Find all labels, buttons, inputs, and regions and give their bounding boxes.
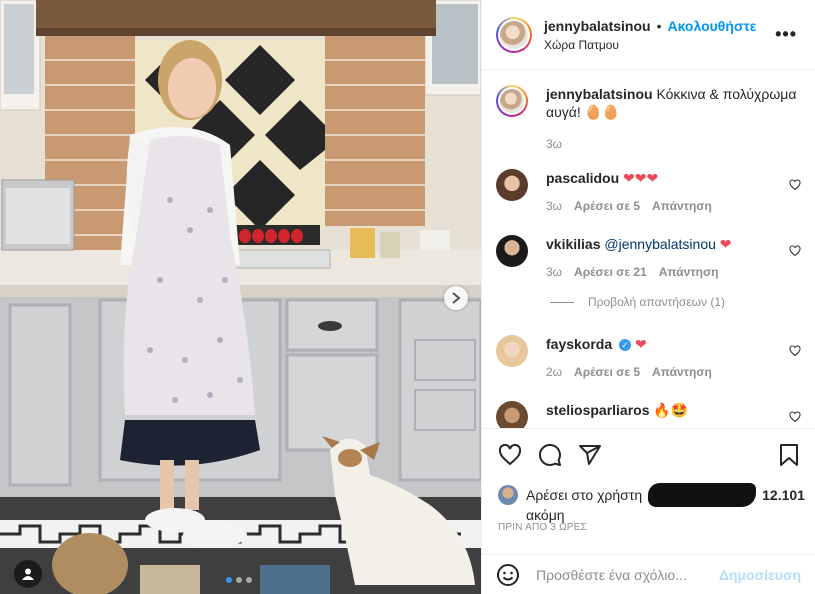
- likes-summary[interactable]: Αρέσει στο χρήστη 12.101 ακόμη: [498, 483, 805, 523]
- author-username[interactable]: jennybalatsinou: [544, 18, 651, 34]
- comment-username[interactable]: vkikilias: [546, 236, 601, 252]
- post-header: jennybalatsinou • Ακολουθήστε Χώρα Πατμο…: [482, 0, 815, 70]
- comment-item: fayskorda ✓ ❤ 2ω Αρέσει σε 5 Απάντηση: [496, 335, 801, 381]
- heart-icon[interactable]: [789, 245, 801, 257]
- post-comment-button[interactable]: Δημοσίευση: [719, 567, 801, 583]
- caption-time[interactable]: 3ω: [546, 135, 562, 153]
- heart-icon[interactable]: [789, 411, 801, 423]
- save-bookmark-icon[interactable]: [778, 443, 800, 467]
- post-details-panel: jennybalatsinou • Ακολουθήστε Χώρα Πατμο…: [481, 0, 815, 594]
- divider-line: [550, 301, 574, 303]
- comment-time[interactable]: 3ω: [546, 197, 562, 215]
- author-avatar[interactable]: [496, 16, 532, 53]
- comment-time[interactable]: 2ω: [546, 363, 562, 381]
- chevron-right-icon: [452, 292, 461, 304]
- verified-badge-icon: ✓: [619, 339, 632, 352]
- comment-item: vkikilias @jennybalatsinou ❤ 3ω Αρέσει σ…: [496, 235, 801, 281]
- likes-suffix: ακόμη: [526, 507, 565, 523]
- liker-avatar[interactable]: [498, 485, 518, 505]
- kitchen-photo-illustration: [0, 0, 481, 594]
- comment-text: 🔥🤩: [653, 402, 689, 418]
- caption-username[interactable]: jennybalatsinou: [546, 86, 653, 102]
- comment-username[interactable]: fayskorda: [546, 336, 612, 352]
- comment-item: steliosparliaros 🔥🤩: [496, 401, 801, 428]
- comment-text: ❤❤❤: [623, 170, 659, 186]
- emoji-icon[interactable]: [496, 563, 520, 587]
- reply-button[interactable]: Απάντηση: [652, 197, 712, 215]
- comment-item: pascalidou ❤❤❤ 3ω Αρέσει σε 5 Απάντηση: [496, 169, 801, 215]
- user-icon: [22, 568, 34, 580]
- caption: jennybalatsinou Κόκκινα & πολύχρωμα αυγά…: [496, 85, 801, 153]
- separator-dot: •: [656, 17, 662, 34]
- comment-text: ❤: [634, 336, 647, 352]
- follow-button[interactable]: Ακολουθήστε: [667, 18, 756, 34]
- comment-icon[interactable]: [538, 443, 562, 467]
- comment-mention[interactable]: @jennybalatsinou: [604, 236, 716, 252]
- view-replies-button[interactable]: Προβολή απαντήσεων (1): [550, 295, 725, 309]
- comment-username[interactable]: steliosparliaros: [546, 402, 650, 418]
- carousel-indicator: [226, 577, 252, 583]
- comment-likes[interactable]: Αρέσει σε 5: [574, 197, 640, 215]
- view-replies-label: Προβολή απαντήσεων (1): [588, 295, 726, 309]
- commenter-avatar[interactable]: [496, 169, 528, 201]
- comment-username[interactable]: pascalidou: [546, 170, 619, 186]
- comment-text: ❤: [719, 236, 732, 252]
- action-bar: [482, 428, 815, 480]
- commenter-avatar[interactable]: [496, 401, 528, 428]
- comments-list: jennybalatsinou Κόκκινα & πολύχρωμα αυγά…: [482, 71, 815, 428]
- carousel-dot: [246, 577, 252, 583]
- heart-icon[interactable]: [789, 345, 801, 357]
- comment-likes[interactable]: Αρέσει σε 5: [574, 363, 640, 381]
- like-heart-icon[interactable]: [498, 443, 522, 467]
- commenter-avatar[interactable]: [496, 335, 528, 367]
- heart-icon[interactable]: [789, 179, 801, 191]
- carousel-dot: [226, 577, 232, 583]
- comment-likes[interactable]: Αρέσει σε 21: [574, 263, 647, 281]
- commenter-avatar[interactable]: [496, 235, 528, 267]
- likes-prefix: Αρέσει στο χρήστη: [526, 487, 643, 503]
- share-direct-icon[interactable]: [578, 443, 602, 467]
- post-photo[interactable]: [0, 0, 481, 594]
- comment-composer: Δημοσίευση: [482, 554, 815, 594]
- likes-count[interactable]: 12.101: [762, 487, 805, 503]
- post-location[interactable]: Χώρα Πατμου: [544, 38, 756, 52]
- post-timestamp[interactable]: ΠΡΙΝ ΑΠΟ 3 ΩΡΕΣ: [498, 522, 587, 533]
- carousel-next-button[interactable]: [444, 286, 468, 310]
- carousel-dot: [236, 577, 242, 583]
- redacted-username: [648, 483, 757, 507]
- reply-button[interactable]: Απάντηση: [659, 263, 719, 281]
- author-avatar[interactable]: [496, 85, 528, 117]
- more-horizontal-icon[interactable]: •••: [775, 24, 797, 45]
- reply-button[interactable]: Απάντηση: [652, 363, 712, 381]
- comment-time[interactable]: 3ω: [546, 263, 562, 281]
- tagged-users-button[interactable]: [14, 560, 42, 588]
- comment-input[interactable]: [536, 566, 719, 583]
